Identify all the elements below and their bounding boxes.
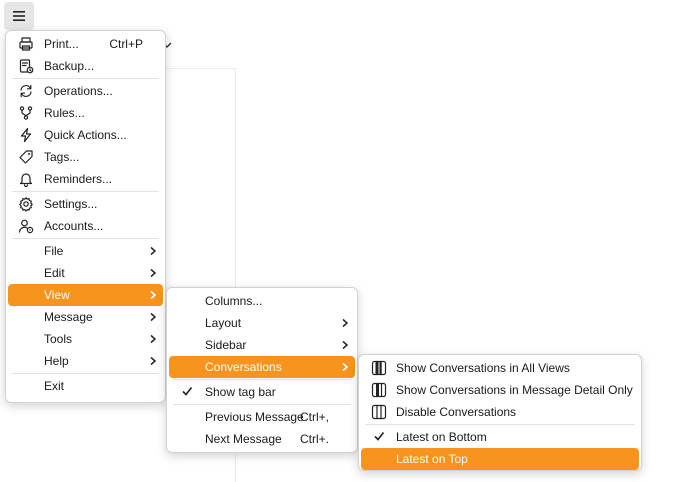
menu-item-label: Latest on Top (396, 452, 468, 466)
menu-item-label: Conversations (205, 360, 282, 374)
menu-item-label: Quick Actions... (44, 128, 127, 142)
bell-icon (18, 171, 34, 187)
menu-item-label: Layout (205, 316, 242, 330)
menu-item-label: Show Conversations in All Views (396, 361, 570, 375)
chevron-right-icon (341, 361, 349, 375)
chevron-right-icon (341, 339, 349, 353)
menu-item-label: Disable Conversations (396, 405, 517, 419)
chevron-right-icon (149, 245, 157, 259)
menu-item-label: Print... (44, 37, 79, 51)
menu-item-label: Settings... (44, 197, 98, 211)
rules-icon (18, 105, 34, 121)
main-menu-item-settings[interactable]: Settings... (6, 193, 165, 215)
main-menu-item-exit[interactable]: Exit (6, 375, 165, 397)
main-menu-item-quick-actions[interactable]: Quick Actions... (6, 124, 165, 146)
main-menu-item-tags[interactable]: Tags... (6, 146, 165, 168)
conversations-menu-item-show-conversations-in-message-detail-only[interactable]: Show Conversations in Message Detail Onl… (359, 379, 641, 401)
hamburger-menu-button[interactable] (4, 2, 34, 30)
conversations-menu-item-latest-on-bottom[interactable]: Latest on Bottom (359, 426, 641, 448)
chevron-right-icon (341, 317, 349, 331)
menu-item-label: Previous Message (205, 410, 304, 424)
menu-separator (12, 78, 159, 79)
menu-item-label: Tags... (44, 150, 80, 164)
menu-item-shortcut: Ctrl+. (299, 432, 329, 446)
lightning-icon (18, 127, 34, 143)
printer-icon (18, 36, 34, 52)
main-menu-item-print[interactable]: Print... Ctrl+P (6, 33, 165, 55)
menu-item-label: Backup... (44, 59, 95, 73)
menu-item-label: Accounts... (44, 219, 104, 233)
main-menu-item-tools[interactable]: Tools (6, 328, 165, 350)
menu-item-label: Message (44, 310, 93, 324)
main-menu-item-accounts[interactable]: Accounts... (6, 215, 165, 237)
chevron-right-icon (149, 311, 157, 325)
conversations-disabled-icon (371, 404, 387, 420)
view-menu-item-conversations[interactable]: Conversations (169, 356, 355, 378)
menu-item-label: Sidebar (205, 338, 247, 352)
main-menu-item-file[interactable]: File (6, 240, 165, 262)
menu-separator (12, 373, 159, 374)
main-menu-item-backup[interactable]: Backup... (6, 55, 165, 77)
menu-item-shortcut: Ctrl+P (109, 37, 143, 51)
menu-separator (12, 238, 159, 239)
conversations-menu-item-show-conversations-in-all-views[interactable]: Show Conversations in All Views (359, 357, 641, 379)
menu-item-label: Next Message (205, 432, 282, 446)
conversations-menu-item-latest-on-top[interactable]: Latest on Top (361, 448, 639, 470)
menu-item-label: Show Conversations in Message Detail Onl… (396, 383, 633, 397)
menu-item-label: Exit (44, 379, 65, 393)
main-menu: Print... Ctrl+P Backup... Operations... Rule… (5, 30, 166, 403)
menu-separator (365, 424, 635, 425)
menu-item-shortcut: Ctrl+, (299, 410, 329, 424)
view-menu-item-next-message[interactable]: Next Message Ctrl+. (167, 428, 357, 450)
main-menu-item-rules[interactable]: Rules... (6, 102, 165, 124)
view-menu-item-sidebar[interactable]: Sidebar (167, 334, 357, 356)
menu-item-label: File (44, 244, 64, 258)
backup-icon (18, 58, 34, 74)
menu-item-label: Help (44, 354, 69, 368)
menu-item-label: Latest on Bottom (396, 430, 487, 444)
menu-item-label: Show tag bar (205, 385, 276, 399)
menu-item-label: Reminders... (44, 172, 113, 186)
main-menu-item-edit[interactable]: Edit (6, 262, 165, 284)
view-menu-item-layout[interactable]: Layout (167, 312, 357, 334)
menu-separator (173, 404, 351, 405)
view-menu-item-columns[interactable]: Columns... (167, 290, 357, 312)
menu-item-label: Columns... (205, 294, 263, 308)
sync-icon (18, 83, 34, 99)
conversations-all-icon (371, 360, 387, 376)
account-icon (18, 218, 34, 234)
chevron-right-icon (149, 289, 157, 303)
checkmark-icon (373, 430, 385, 445)
view-menu-item-previous-message[interactable]: Previous Message Ctrl+, (167, 406, 357, 428)
main-menu-item-help[interactable]: Help (6, 350, 165, 372)
main-menu-item-message[interactable]: Message (6, 306, 165, 328)
main-menu-item-operations[interactable]: Operations... (6, 80, 165, 102)
menu-item-label: Operations... (44, 84, 113, 98)
menu-separator (12, 191, 159, 192)
conversations-menu-item-disable-conversations[interactable]: Disable Conversations (359, 401, 641, 423)
background-panel-edge (165, 68, 235, 69)
menu-item-label: Tools (44, 332, 73, 346)
gear-icon (18, 196, 34, 212)
chevron-right-icon (149, 355, 157, 369)
view-menu-item-show-tag-bar[interactable]: Show tag bar (167, 381, 357, 403)
chevron-right-icon (149, 267, 157, 281)
menu-item-label: View (44, 288, 70, 302)
menu-item-label: Rules... (44, 106, 85, 120)
conversations-detail-icon (371, 382, 387, 398)
menu-separator (173, 379, 351, 380)
chevron-right-icon (149, 333, 157, 347)
tag-icon (18, 149, 34, 165)
view-submenu: Columns... Layout Sidebar Conversations Show… (166, 287, 358, 453)
checkmark-icon (181, 385, 193, 400)
hamburger-icon (13, 11, 25, 21)
main-menu-item-reminders[interactable]: Reminders... (6, 168, 165, 190)
main-menu-item-view[interactable]: View (8, 284, 163, 306)
conversations-submenu: Show Conversations in All Views Show Conv… (358, 354, 642, 471)
menu-item-label: Edit (44, 266, 65, 280)
